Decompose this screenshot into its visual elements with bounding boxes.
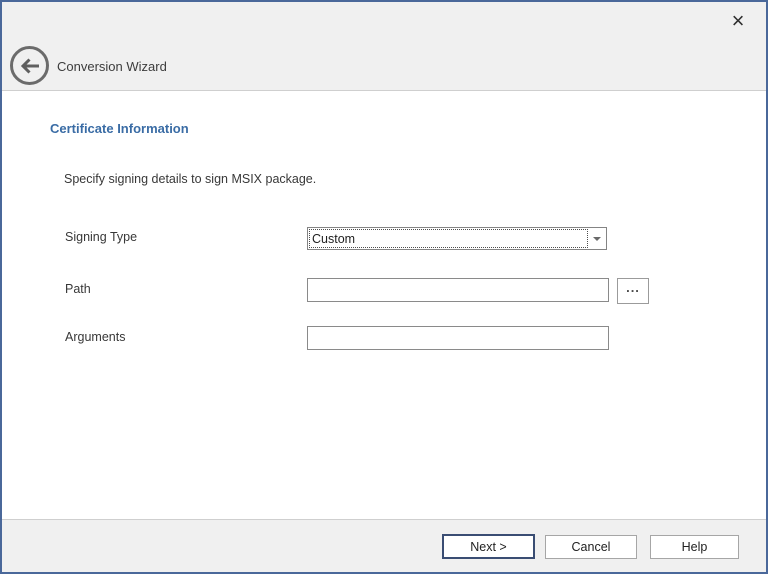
signing-type-value: Custom [312,228,586,249]
close-icon[interactable]: × [724,7,752,35]
ellipsis-icon: ... [626,281,640,294]
browse-button[interactable]: ... [617,278,649,304]
back-arrow-icon [18,55,42,77]
wizard-header: Conversion Wizard × [2,2,766,91]
wizard-title: Conversion Wizard [57,59,167,74]
conversion-wizard-window: Conversion Wizard × Certificate Informat… [0,0,768,574]
cancel-button[interactable]: Cancel [545,535,637,559]
back-button[interactable] [10,46,49,85]
help-button[interactable]: Help [650,535,739,559]
page-heading: Certificate Information [50,121,189,136]
signing-type-label: Signing Type [65,230,137,244]
signing-type-combobox[interactable]: Custom [307,227,607,250]
page-description: Specify signing details to sign MSIX pac… [64,172,316,186]
path-label: Path [65,282,91,296]
arguments-input[interactable] [307,326,609,350]
next-button[interactable]: Next > [442,534,535,559]
path-input[interactable] [307,278,609,302]
chevron-down-icon[interactable] [593,237,601,241]
arguments-label: Arguments [65,330,125,344]
